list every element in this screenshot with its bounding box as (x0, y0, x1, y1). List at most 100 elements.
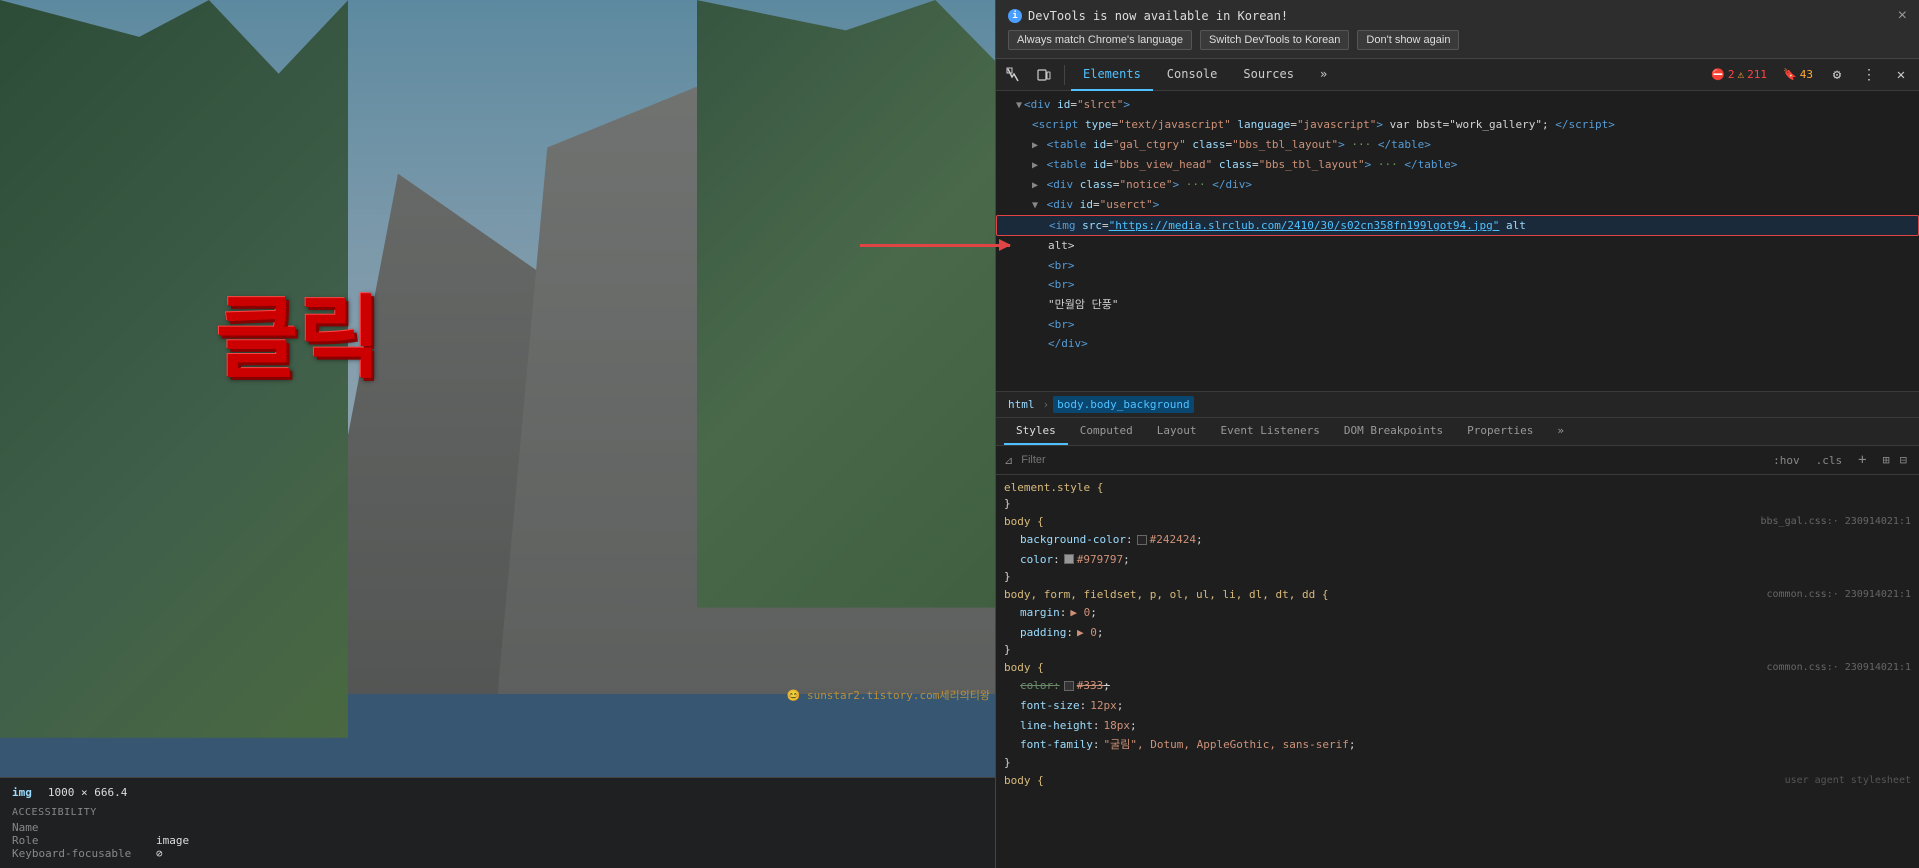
warn-icon: ⚠ (1738, 68, 1745, 81)
tab-dom-breakpoints[interactable]: DOM Breakpoints (1332, 418, 1455, 445)
tab-console[interactable]: Console (1155, 59, 1230, 91)
close-devtools-icon[interactable]: ✕ (1887, 61, 1915, 89)
css-property-line: color: #333; (996, 676, 1919, 696)
css-value: #242424 (1150, 531, 1196, 549)
acc-role-label: Role (12, 834, 132, 847)
element-type: img (12, 786, 32, 799)
bookmark-icon: 🔖 (1783, 68, 1797, 81)
filter-plus-btn[interactable]: + (1854, 450, 1870, 470)
css-value: ▶ 0 (1070, 604, 1090, 622)
tab-elements[interactable]: Elements (1071, 59, 1153, 91)
css-close: } (996, 569, 1919, 584)
dom-line[interactable]: ▶ <table id="bbs_view_head" class="bbs_t… (996, 155, 1919, 175)
css-value: 12px (1090, 697, 1117, 715)
acc-name-label: Name (12, 821, 132, 834)
notification-buttons: Always match Chrome's language Switch De… (1008, 30, 1907, 50)
css-source[interactable]: common.css:· 230914021:1 (1767, 589, 1912, 600)
filter-cls[interactable]: .cls (1812, 452, 1847, 469)
devtools-toolbar: Elements Console Sources » ⛔ 2 ⚠ 211 (996, 59, 1919, 91)
css-rule-user-agent: body { user agent stylesheet (996, 772, 1919, 789)
filter-input[interactable] (1021, 454, 1761, 466)
tab-more[interactable]: » (1308, 59, 1339, 91)
device-toolbar-icon[interactable] (1030, 61, 1058, 89)
bookmark-badge[interactable]: 🔖 43 (1777, 66, 1819, 83)
breadcrumb: html › body.body_background (996, 391, 1919, 418)
css-close: } (996, 642, 1919, 657)
dom-line[interactable]: <script type="text/javascript" language=… (996, 115, 1919, 135)
css-source[interactable]: bbs_gal.css:· 230914021:1 (1760, 516, 1911, 527)
dom-line[interactable]: ▶ <div class="notice"> ··· </div> (996, 175, 1919, 195)
css-selector: body, form, fieldset, p, ol, ul, li, dl,… (1004, 588, 1329, 601)
css-source[interactable]: user agent stylesheet (1785, 775, 1911, 786)
color-swatch[interactable] (1064, 681, 1074, 691)
acc-keyboard-label: Keyboard-focusable (12, 847, 132, 860)
dom-line[interactable]: <br> (996, 275, 1919, 295)
notification-bar: i DevTools is now available in Korean! ×… (996, 0, 1919, 59)
css-property-line: background-color: #242424; (996, 530, 1919, 550)
css-rule-header: body { common.css:· 230914021:1 (996, 659, 1919, 676)
css-selector: body { (1004, 515, 1044, 528)
switch-language-button[interactable]: Switch DevTools to Korean (1200, 30, 1349, 50)
error-badge[interactable]: ⛔ 2 ⚠ 211 (1705, 66, 1773, 83)
css-source[interactable]: common.css:· 230914021:1 (1767, 662, 1912, 673)
css-property-line: color: #979797; (996, 550, 1919, 570)
more-options-icon[interactable]: ⋮ (1855, 61, 1883, 89)
tab-properties[interactable]: Properties (1455, 418, 1545, 445)
dom-tree[interactable]: ▼<div id="slrct"> <script type="text/jav… (996, 91, 1919, 391)
dom-line[interactable]: alt> (996, 236, 1919, 256)
bookmark-count: 43 (1800, 68, 1813, 81)
color-swatch[interactable] (1137, 535, 1147, 545)
acc-keyboard-value: ⊘ (156, 847, 163, 860)
breadcrumb-body[interactable]: body.body_background (1053, 396, 1193, 413)
dont-show-again-button[interactable]: Don't show again (1357, 30, 1459, 50)
filter-icon: ⊿ (1004, 454, 1013, 467)
css-rule-body-1: body { bbs_gal.css:· 230914021:1 backgro… (996, 513, 1919, 584)
css-prop: margin (1020, 604, 1060, 622)
css-rule-body-form: body, form, fieldset, p, ol, ul, li, dl,… (996, 586, 1919, 657)
css-selector: body { (1004, 661, 1044, 674)
dom-line[interactable]: <br> (996, 315, 1919, 335)
tab-sources[interactable]: Sources (1231, 59, 1306, 91)
tab-more-style[interactable]: » (1545, 418, 1576, 445)
color-swatch[interactable] (1064, 554, 1074, 564)
toolbar-separator (1064, 65, 1065, 85)
css-value: ▶ 0 (1077, 624, 1097, 642)
dom-line-img[interactable]: <img src="https://media.slrclub.com/2410… (996, 215, 1919, 237)
webpage-preview: 클릭 😊 sunstar2.tistory.com세리의티왕 img 1000 … (0, 0, 995, 868)
inspector-icon[interactable] (1000, 61, 1028, 89)
filter-icons: ⊞ ⊟ (1879, 451, 1911, 469)
dom-line[interactable]: </div> (996, 334, 1919, 354)
css-selector: element.style { (1004, 481, 1103, 494)
css-rule-header: body { user agent stylesheet (996, 772, 1919, 789)
breadcrumb-separator: › (1043, 398, 1050, 411)
filter-hov[interactable]: :hov (1769, 452, 1804, 469)
css-prop: background-color (1020, 531, 1126, 549)
tab-layout[interactable]: Layout (1145, 418, 1209, 445)
dom-line[interactable]: ▼ <div id="userct"> (996, 195, 1919, 215)
css-prop: font-size (1020, 697, 1080, 715)
filter-btn-1[interactable]: ⊞ (1879, 451, 1894, 469)
notification-text: DevTools is now available in Korean! (1028, 9, 1288, 23)
css-value: 18px (1103, 717, 1130, 735)
tab-event-listeners[interactable]: Event Listeners (1208, 418, 1331, 445)
css-rules[interactable]: element.style { } body { bbs_gal.css:· 2… (996, 475, 1919, 868)
css-property-line: line-height: 18px; (996, 716, 1919, 736)
warn-count: 211 (1747, 68, 1767, 81)
info-icon: i (1008, 9, 1022, 23)
filter-btn-2[interactable]: ⊟ (1896, 451, 1911, 469)
devtools-panel: i DevTools is now available in Korean! ×… (995, 0, 1919, 868)
dom-line[interactable]: "만월암 단풍" (996, 295, 1919, 315)
tab-computed[interactable]: Computed (1068, 418, 1145, 445)
css-rule-header: body, form, fieldset, p, ol, ul, li, dl,… (996, 586, 1919, 603)
tab-styles[interactable]: Styles (1004, 418, 1068, 445)
css-rule-header: body { bbs_gal.css:· 230914021:1 (996, 513, 1919, 530)
notification-title: i DevTools is now available in Korean! × (1008, 8, 1907, 24)
match-language-button[interactable]: Always match Chrome's language (1008, 30, 1192, 50)
close-notification-button[interactable]: × (1898, 8, 1907, 24)
css-value: #979797 (1077, 551, 1123, 569)
dom-line[interactable]: ▼<div id="slrct"> (996, 95, 1919, 115)
dom-line[interactable]: ▶ <table id="gal_ctgry" class="bbs_tbl_l… (996, 135, 1919, 155)
dom-line[interactable]: <br> (996, 256, 1919, 276)
settings-icon[interactable]: ⚙ (1823, 61, 1851, 89)
breadcrumb-html[interactable]: html (1004, 396, 1039, 413)
